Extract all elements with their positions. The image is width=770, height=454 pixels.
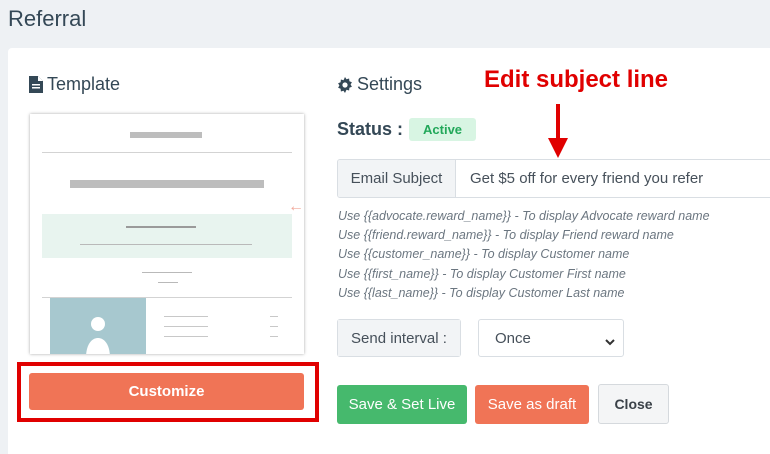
save-as-draft-button[interactable]: Save as draft	[475, 385, 589, 424]
status-label: Status :	[337, 119, 404, 139]
email-subject-label: Email Subject	[338, 160, 456, 197]
status-badge: Active	[409, 118, 477, 141]
placeholder-help: Use {{advocate.reward_name}} - To displa…	[338, 207, 710, 303]
user-icon	[84, 314, 112, 354]
chevron-down-icon	[605, 333, 615, 350]
send-interval-value: Once	[495, 329, 531, 347]
arrow-down-icon	[548, 104, 568, 163]
settings-heading-label: Settings	[357, 74, 423, 94]
help-line: Use {{customer_name}} - To display Custo…	[338, 247, 630, 262]
preview-avatar	[50, 298, 146, 354]
template-heading-label: Template	[47, 74, 121, 94]
save-set-live-button[interactable]: Save & Set Live	[337, 385, 467, 424]
email-subject-group: Email Subject	[337, 159, 770, 198]
help-line: Use {{friend.reward_name}} - To display …	[338, 228, 674, 243]
help-line: Use {{first_name}} - To display Customer…	[338, 266, 626, 281]
file-icon	[29, 76, 43, 93]
status-row: Status : Active	[337, 118, 477, 141]
annotation-label: Edit subject line	[484, 66, 669, 93]
gear-icon	[337, 76, 353, 93]
email-subject-input[interactable]	[456, 160, 770, 197]
customize-button[interactable]: Customize	[29, 373, 304, 410]
close-button[interactable]: Close	[598, 384, 669, 424]
template-preview[interactable]	[30, 114, 304, 354]
send-interval-group: Send interval :	[337, 319, 461, 357]
template-heading: Template	[29, 74, 120, 95]
send-interval-select[interactable]: Once	[478, 319, 624, 357]
page-title: Referral	[8, 6, 87, 31]
help-line: Use {{advocate.reward_name}} - To displa…	[338, 209, 710, 223]
help-line: Use {{last_name}} - To display Customer …	[338, 285, 625, 300]
send-interval-label: Send interval :	[338, 320, 460, 356]
settings-heading: Settings	[337, 74, 422, 95]
arrow-left-icon[interactable]: ←	[288, 198, 304, 216]
preview-banner	[42, 214, 292, 258]
